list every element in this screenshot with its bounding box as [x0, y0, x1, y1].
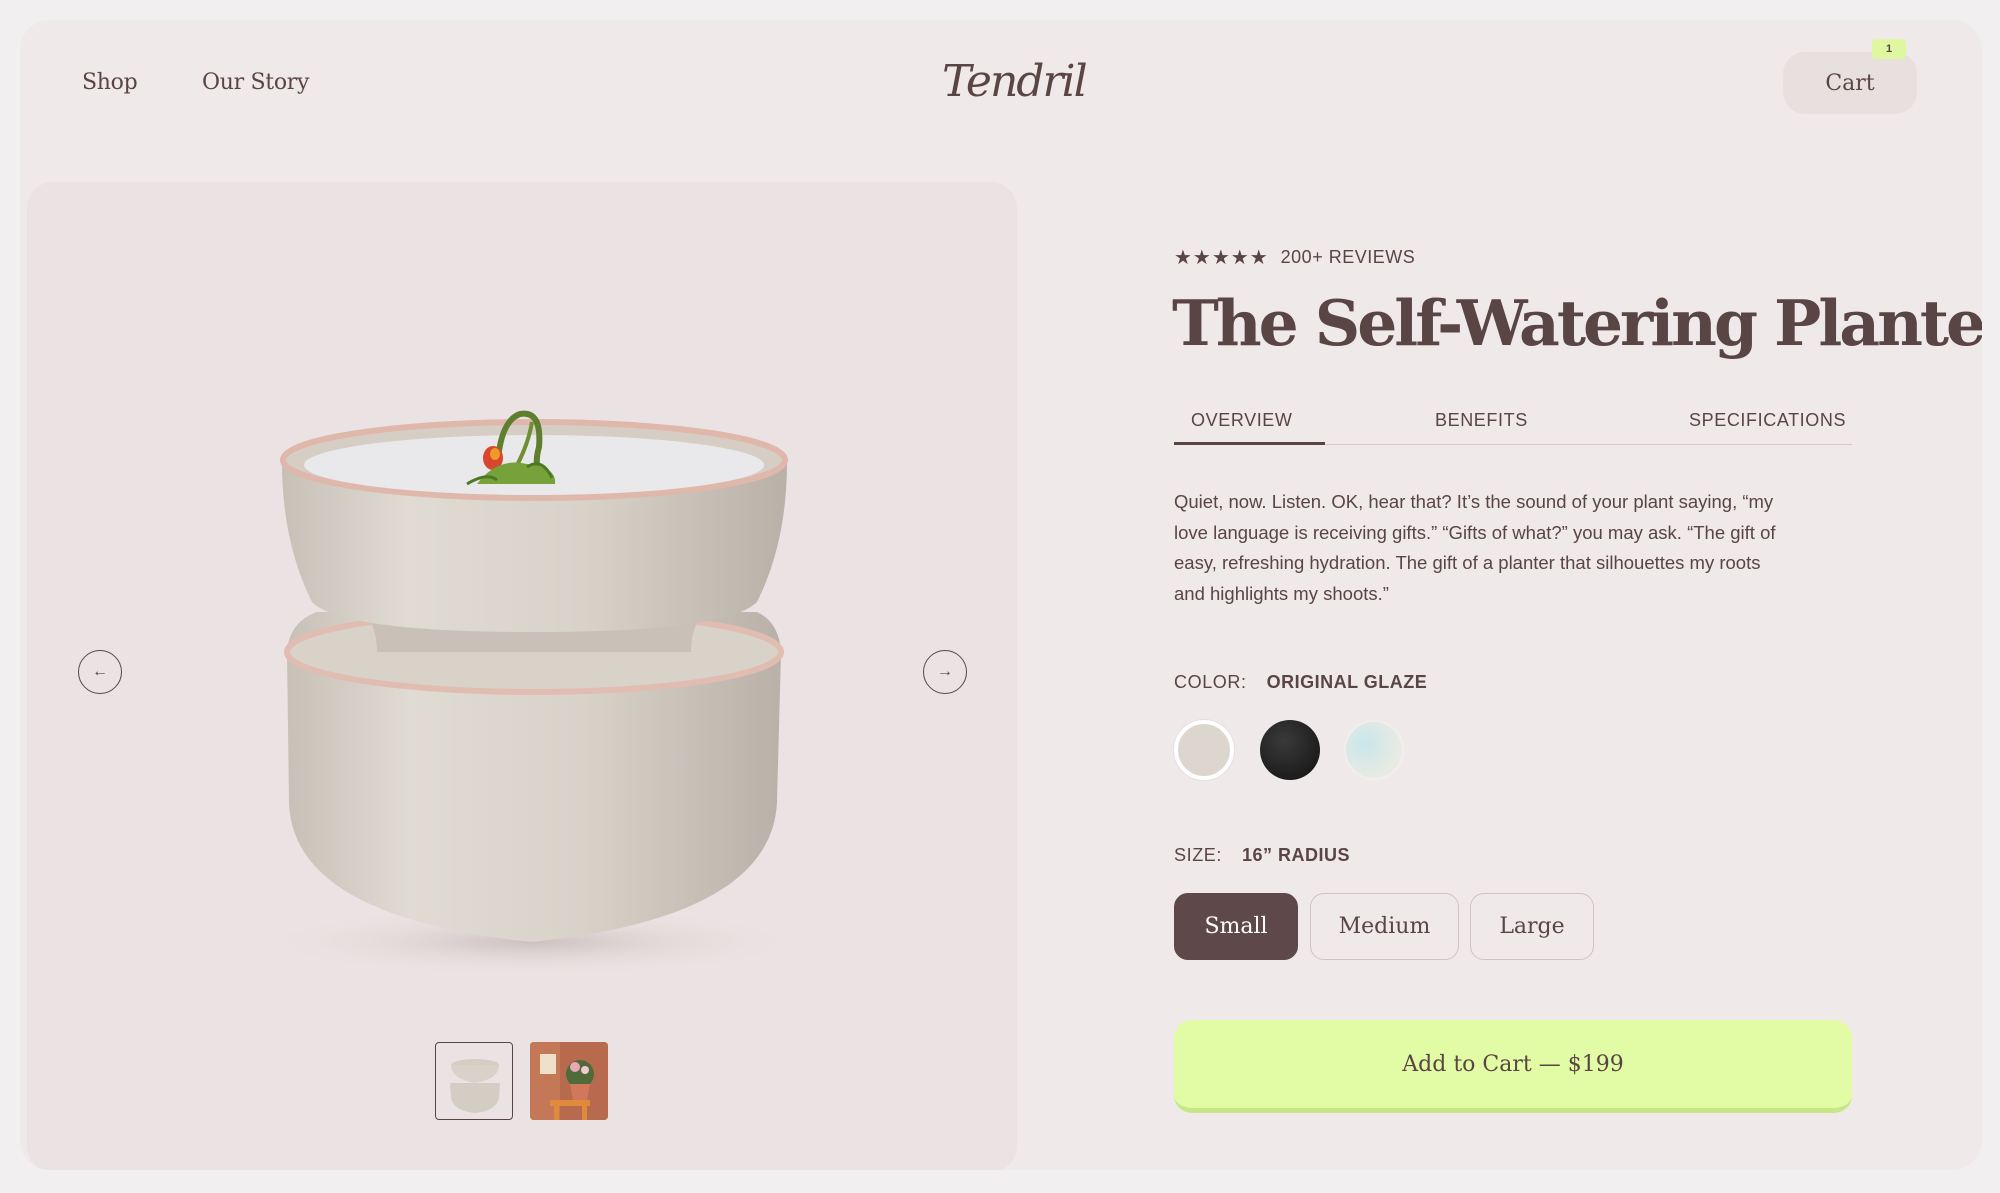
size-small-button[interactable]: Small	[1174, 893, 1298, 960]
cart-count-badge: 1	[1872, 39, 1906, 59]
product-gallery: ← →	[27, 182, 1017, 1170]
logo[interactable]: Tendril	[942, 56, 1088, 107]
thumbnail-lifestyle[interactable]	[530, 1042, 608, 1120]
color-value: ORIGINAL GLAZE	[1266, 672, 1428, 692]
tab-benefits[interactable]: BENEFITS	[1435, 410, 1528, 431]
size-label: SIZE:	[1174, 845, 1223, 865]
size-value: 16” RADIUS	[1242, 845, 1351, 865]
product-tabs: OVERVIEW BENEFITS SPECIFICATIONS	[1174, 410, 1852, 445]
add-to-cart-button[interactable]: Add to Cart — $199	[1174, 1020, 1852, 1113]
reviews-summary[interactable]: ★★★★★ 200+ REVIEWS	[1174, 245, 1415, 270]
product-image	[252, 410, 812, 977]
nav-our-story[interactable]: Our Story	[202, 70, 309, 95]
tab-overview[interactable]: OVERVIEW	[1191, 410, 1293, 431]
color-label: COLOR:	[1174, 672, 1247, 692]
product-title: The Self-Watering Planter	[1172, 286, 1982, 360]
swatch-original-glaze[interactable]	[1174, 720, 1234, 780]
arrow-right-icon: →	[937, 663, 953, 680]
cart-label: Cart	[1825, 70, 1875, 96]
page: Shop Our Story Tendril Cart 1 ← → ★★★★★ …	[20, 20, 1982, 1170]
prev-image-button[interactable]: ←	[78, 650, 122, 694]
color-option-label: COLOR: ORIGINAL GLAZE	[1174, 672, 1427, 693]
tab-specifications[interactable]: SPECIFICATIONS	[1689, 410, 1846, 431]
swatch-iridescent[interactable]	[1344, 720, 1404, 780]
size-medium-button[interactable]: Medium	[1310, 893, 1459, 960]
thumbnail-planter[interactable]	[435, 1042, 513, 1120]
arrow-left-icon: ←	[92, 663, 108, 680]
rating-stars: ★★★★★	[1174, 247, 1269, 269]
active-tab-indicator	[1174, 442, 1325, 445]
size-option-label: SIZE: 16” RADIUS	[1174, 845, 1350, 866]
swatch-black[interactable]	[1260, 720, 1320, 780]
next-image-button[interactable]: →	[923, 650, 967, 694]
reviews-count: 200+ REVIEWS	[1280, 247, 1416, 267]
cart-button[interactable]: Cart	[1783, 52, 1917, 114]
planter-thumbnail-image	[450, 1059, 500, 1113]
size-large-button[interactable]: Large	[1470, 893, 1594, 960]
nav-shop[interactable]: Shop	[82, 70, 138, 95]
product-description: Quiet, now. Listen. OK, hear that? It’s …	[1174, 491, 1776, 604]
lifestyle-thumbnail-image	[530, 1042, 608, 1120]
